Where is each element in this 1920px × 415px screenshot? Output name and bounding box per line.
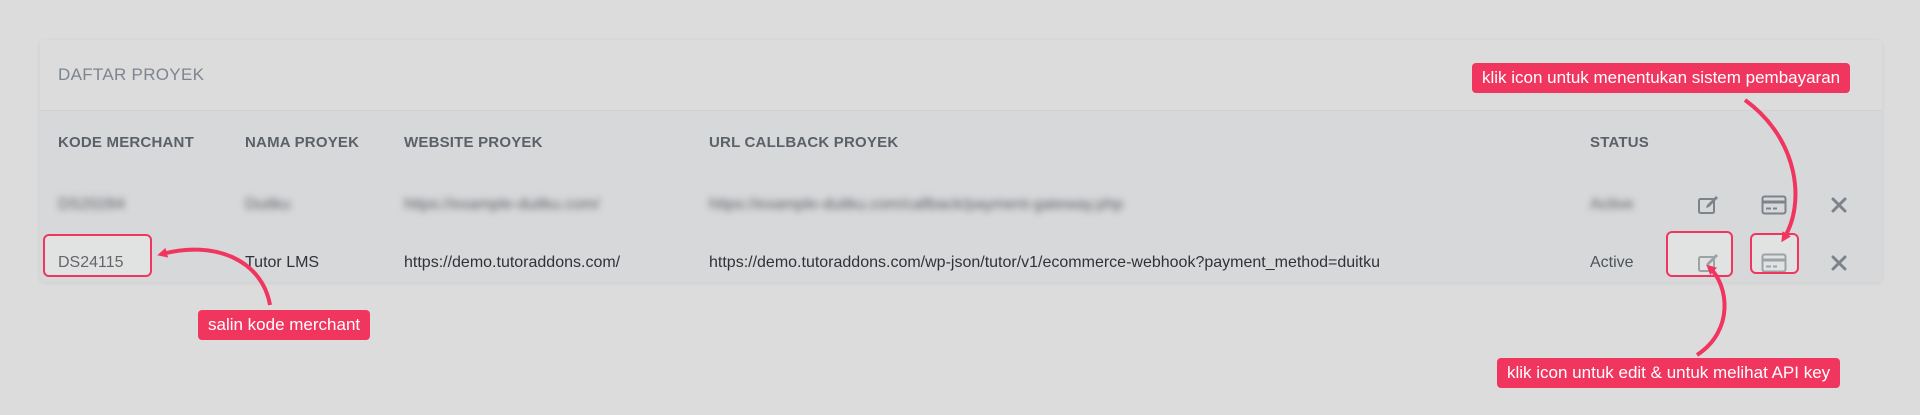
table-row: DS24115 Tutor LMS https://demo.tutoraddo… (40, 234, 1882, 282)
status-badge: Active (1590, 254, 1634, 271)
edit-icon (1698, 196, 1718, 214)
col-callback-url: URL CALLBACK PROYEK (709, 134, 899, 151)
callout-payment-system: klik icon untuk menentukan sistem pembay… (1472, 63, 1851, 93)
merchant-code[interactable]: DS20284 (58, 176, 125, 234)
callout-edit-api-key: klik icon untuk edit & untuk melihat API… (1497, 358, 1841, 388)
status-badge: Active (1590, 196, 1634, 213)
payment-icon-highlight (1750, 233, 1799, 274)
col-merchant-code: KODE MERCHANT (58, 134, 194, 151)
merchant-code-highlight (43, 234, 152, 277)
project-website[interactable]: https://example-duitku.com/ (404, 176, 600, 234)
project-callback-url: https://demo.tutoraddons.com/wp-json/tut… (709, 254, 1381, 271)
project-name: Tutor LMS (245, 254, 320, 271)
edit-button[interactable] (1695, 193, 1723, 217)
col-website: WEBSITE PROYEK (404, 134, 543, 151)
project-name: Duitku (245, 196, 291, 213)
delete-button[interactable] (1829, 253, 1849, 273)
close-icon (1831, 197, 1847, 213)
delete-button[interactable] (1829, 195, 1849, 215)
project-website[interactable]: https://demo.tutoraddons.com/ (404, 234, 620, 282)
col-status: STATUS (1590, 134, 1649, 151)
edit-icon-highlight (1666, 231, 1733, 277)
payment-method-button[interactable] (1758, 193, 1790, 217)
callout-copy-merchant-code: salin kode merchant (198, 310, 371, 340)
project-callback-url: https://example-duitku.com/callback/paym… (709, 196, 1124, 213)
credit-card-icon (1761, 195, 1787, 215)
table-header: KODE MERCHANT NAMA PROYEK WEBSITE PROYEK… (40, 110, 1882, 176)
table-row: DS20284 Duitku https://example-duitku.co… (40, 176, 1882, 234)
col-project-name: NAMA PROYEK (245, 134, 360, 151)
close-icon (1831, 255, 1847, 271)
